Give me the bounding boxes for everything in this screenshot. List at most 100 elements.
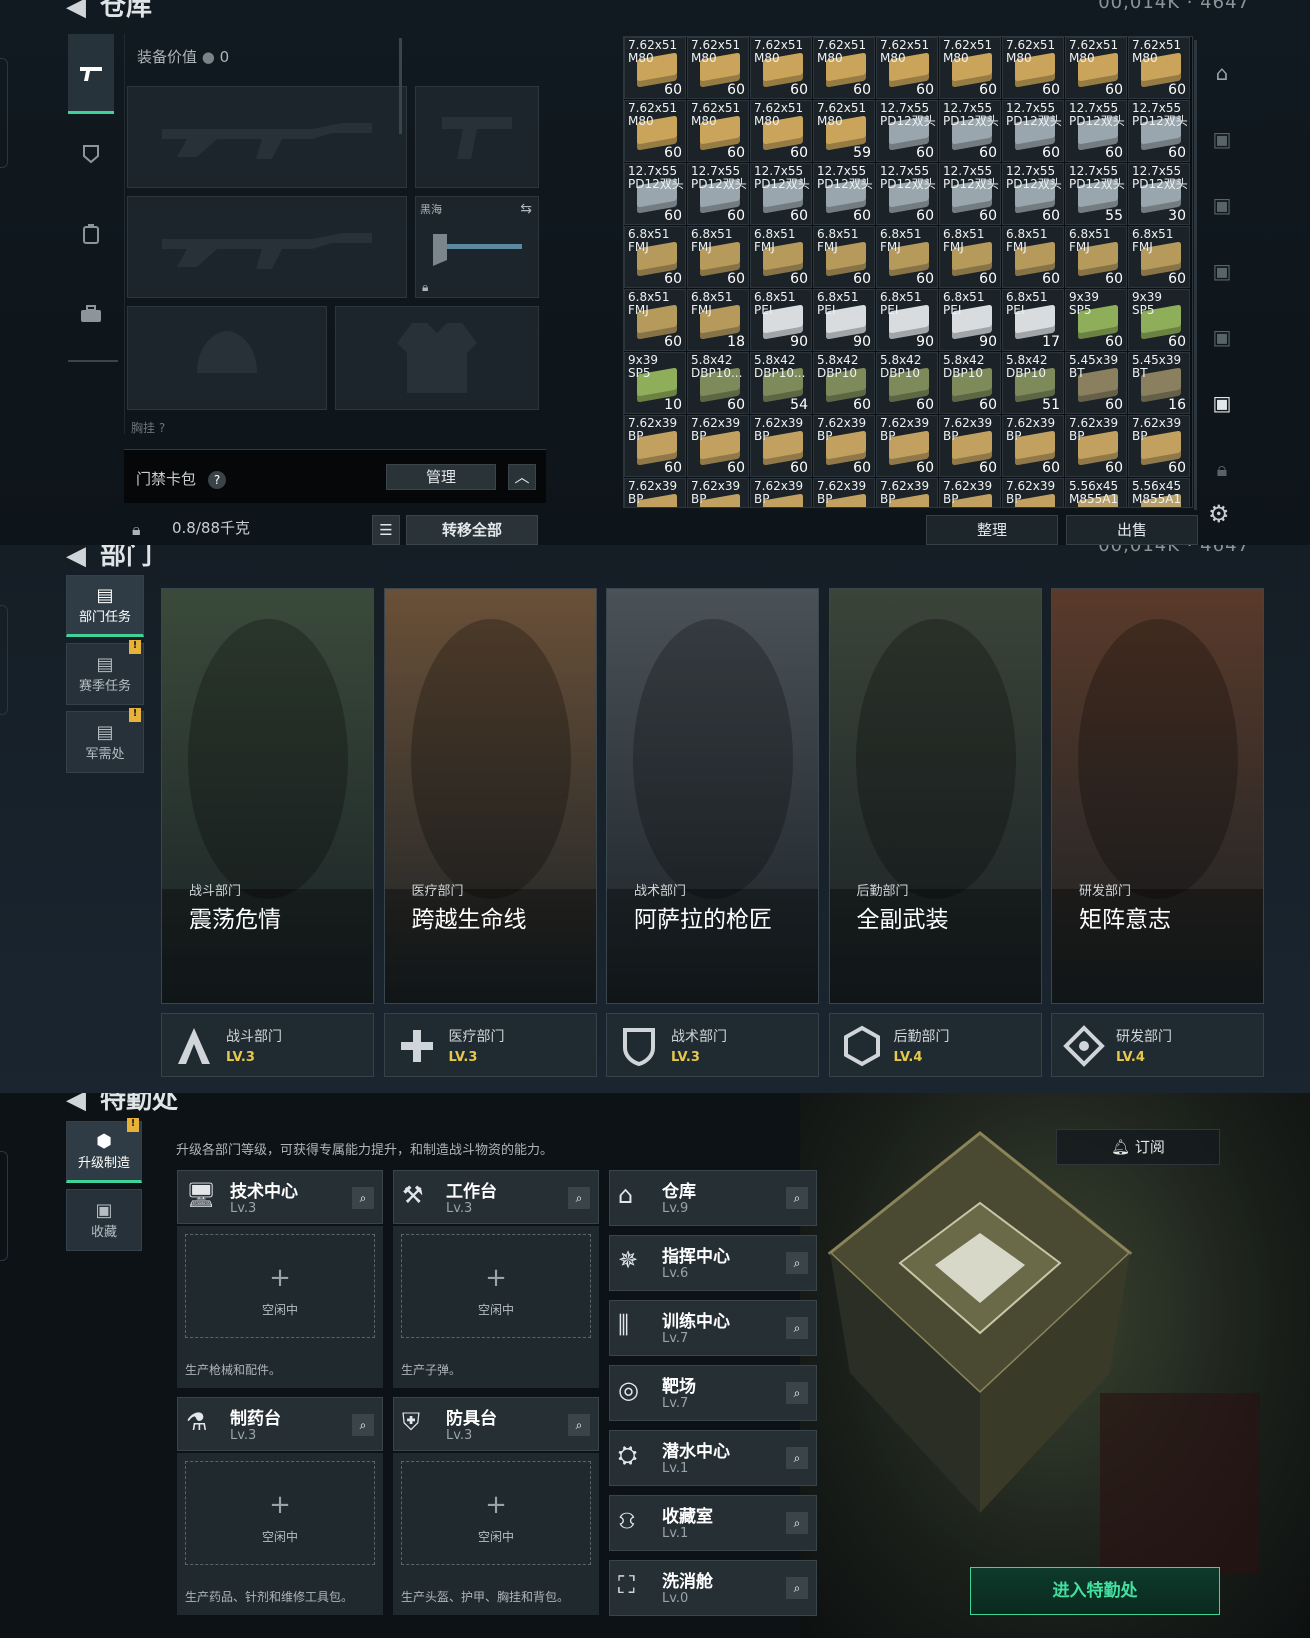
storage-lock-icon[interactable]: 🔒︎ [1200,436,1244,502]
storage-box3-icon[interactable]: ▣ [1200,238,1244,304]
sort-button[interactable]: 整理 [926,515,1058,545]
back-arrow-icon[interactable]: ◀ [66,545,86,571]
magnifier-icon[interactable]: ⌕ [786,1187,808,1209]
department-level-bar[interactable]: 研发部门 LV.4 [1051,1013,1264,1077]
inventory-cell[interactable]: 7.62x39 BP [813,478,875,507]
station-header[interactable]: 🖥︎ 技术中心 Lv.3 ⌕ [177,1170,383,1224]
secondary-weapon-slot[interactable] [127,196,407,298]
station-header[interactable]: ⚒ 工作台 Lv.3 ⌕ [393,1170,599,1224]
subscribe-button[interactable]: 🔔︎ 订阅 [1056,1129,1220,1165]
inventory-cell[interactable]: 7.62x39 BP 60 [624,415,686,477]
department-level-bar[interactable]: 战术部门 LV.3 [606,1013,819,1077]
magnifier-icon[interactable]: ⌕ [352,1414,374,1436]
inventory-cell[interactable]: 7.62x39 BP [1002,478,1064,507]
armor-slot[interactable] [335,306,539,410]
inventory-cell[interactable]: 7.62x39 BP 60 [813,415,875,477]
magnifier-icon[interactable]: ⌕ [352,1187,374,1209]
station-header[interactable]: ⛨ 防具台 Lv.3 ⌕ [393,1397,599,1451]
department-card[interactable]: 战术部门 阿萨拉的枪匠 战术部门 LV.3 [606,588,819,1078]
inventory-cell[interactable]: 6.8x51 FMJ 60 [813,226,875,288]
inventory-cell[interactable]: 7.62x51 M80 60 [687,100,749,162]
idle-slot-box[interactable]: + 空闲中 [185,1461,375,1565]
inventory-cell[interactable]: 6.8x51 FMJ 60 [939,226,1001,288]
station-header[interactable]: ⚗ 制药台 Lv.3 ⌕ [177,1397,383,1451]
inventory-cell[interactable]: 7.62x39 BP [750,478,812,507]
inventory-cell[interactable]: 7.62x39 BP [624,478,686,507]
list-view-icon[interactable]: ☰ [372,515,400,545]
inventory-cell[interactable]: 7.62x39 BP 60 [1128,415,1190,477]
inventory-cell[interactable]: 7.62x39 BP [876,478,938,507]
magnifier-icon[interactable]: ⌕ [786,1252,808,1274]
inventory-cell[interactable]: 5.45x39 BT 16 [1128,352,1190,414]
inventory-cell[interactable]: 5.56x45 M855A1 [1128,478,1190,507]
inventory-cell[interactable]: 7.62x51 M80 60 [624,37,686,99]
settings-gear-icon[interactable]: ⚙ [1208,500,1230,528]
inventory-cell[interactable]: 9x39 SP5 10 [624,352,686,414]
inventory-cell[interactable]: 6.8x51 PEI 90 [813,289,875,351]
back-arrow-icon[interactable]: ◀ [66,0,86,22]
inventory-cell[interactable]: 7.62x39 BP [687,478,749,507]
equip-scrollbar[interactable] [399,38,402,134]
tab-collection[interactable]: ▣ 收藏 [66,1189,142,1251]
inventory-cell[interactable]: 5.8x42 DBP10 60 [876,352,938,414]
inventory-cell[interactable]: 7.62x51 M80 60 [1128,37,1190,99]
sell-button[interactable]: 出售 [1066,515,1198,545]
magnifier-icon[interactable]: ⌕ [786,1382,808,1404]
inventory-cell[interactable]: 12.7x55 PD12双头 60 [687,163,749,225]
helmet-slot[interactable] [127,306,327,410]
inventory-cell[interactable]: 7.62x39 BP [939,478,1001,507]
inventory-cell[interactable]: 7.62x51 M80 60 [813,37,875,99]
production-slot[interactable]: + 空闲中 生产头盔、护甲、胸挂和背包。 [393,1453,599,1615]
production-slot[interactable]: + 空闲中 生产子弹。 [393,1226,599,1388]
production-slot[interactable]: + 空闲中 生产药品、针剂和维修工具包。 [177,1453,383,1615]
idle-slot-box[interactable]: + 空闲中 [185,1234,375,1338]
chevron-up-icon[interactable]: ︿ [508,464,536,490]
inventory-cell[interactable]: 5.8x42 DBP10 51 [1002,352,1064,414]
inventory-cell[interactable]: 7.62x51 M80 60 [750,37,812,99]
inventory-cell[interactable]: 6.8x51 FMJ 60 [876,226,938,288]
inventory-cell[interactable]: 9x39 SP5 60 [1128,289,1190,351]
inventory-cell[interactable]: 6.8x51 FMJ 60 [687,226,749,288]
magnifier-icon[interactable]: ⌕ [786,1447,808,1469]
inventory-cell[interactable]: 7.62x51 M80 60 [687,37,749,99]
inventory-cell[interactable]: 6.8x51 FMJ 60 [750,226,812,288]
inventory-cell[interactable]: 7.62x39 BP 60 [876,415,938,477]
tab-season-tasks[interactable]: ▤ 赛季任务! [66,640,144,705]
storage-box1-icon[interactable]: ▣ [1200,106,1244,172]
storage-box5-icon[interactable]: ▣ [1200,370,1244,436]
storage-box2-icon[interactable]: ▣ [1200,172,1244,238]
primary-weapon-slot[interactable] [127,86,407,188]
weapon-tab-icon[interactable] [68,34,114,114]
inventory-cell[interactable]: 7.62x51 M80 60 [939,37,1001,99]
inventory-cell[interactable]: 12.7x55 PD12双头 60 [939,163,1001,225]
idle-slot-box[interactable]: + 空闲中 [401,1234,591,1338]
inventory-cell[interactable]: 7.62x39 BP 60 [939,415,1001,477]
storage-box4-icon[interactable]: ▣ [1200,304,1244,370]
tab-dept-tasks[interactable]: ▤ 部门任务 [66,575,144,637]
inventory-cell[interactable]: 7.62x39 BP 60 [1002,415,1064,477]
inventory-cell[interactable]: 6.8x51 FMJ 18 [687,289,749,351]
inventory-cell[interactable]: 6.8x51 PEI 90 [939,289,1001,351]
inventory-cell[interactable]: 7.62x51 M80 60 [750,100,812,162]
inventory-cell[interactable]: 12.7x55 PD12双头 60 [939,100,1001,162]
inventory-cell[interactable]: 9x39 SP5 60 [1065,289,1127,351]
inventory-cell[interactable]: 12.7x55 PD12双头 55 [1065,163,1127,225]
inventory-cell[interactable]: 6.8x51 FMJ 60 [1065,226,1127,288]
inventory-cell[interactable]: 5.8x42 DBP10 60 [939,352,1001,414]
back-arrow-icon[interactable]: ◀ [66,1093,86,1115]
left-edge-tab[interactable] [0,1151,8,1261]
inventory-cell[interactable]: 5.8x42 DBP10 60 [813,352,875,414]
facility-item[interactable]: ⛻ 收藏室 Lv.1 ⌕ [609,1495,817,1551]
facility-item[interactable]: ⛭ 潜水中心 Lv.1 ⌕ [609,1430,817,1486]
department-card[interactable]: 研发部门 矩阵意志 研发部门 LV.4 [1051,588,1264,1078]
grid-scrollbar[interactable] [1194,40,1197,510]
inventory-cell[interactable]: 6.8x51 PEI 90 [876,289,938,351]
facility-item[interactable]: ✵ 指挥中心 Lv.6 ⌕ [609,1235,817,1291]
inventory-cell[interactable]: 12.7x55 PD12双头 60 [624,163,686,225]
inventory-cell[interactable]: 12.7x55 PD12双头 60 [876,163,938,225]
melee-slot[interactable]: 黑海 ⇆ 🔒︎ [415,196,539,298]
tab-upgrade-craft[interactable]: ⬢ 升级制造! [66,1118,142,1183]
inventory-cell[interactable]: 12.7x55 PD12双头 60 [813,163,875,225]
inventory-cell[interactable]: 7.62x51 M80 60 [876,37,938,99]
department-card[interactable]: 后勤部门 全副武装 后勤部门 LV.4 [828,588,1042,1078]
